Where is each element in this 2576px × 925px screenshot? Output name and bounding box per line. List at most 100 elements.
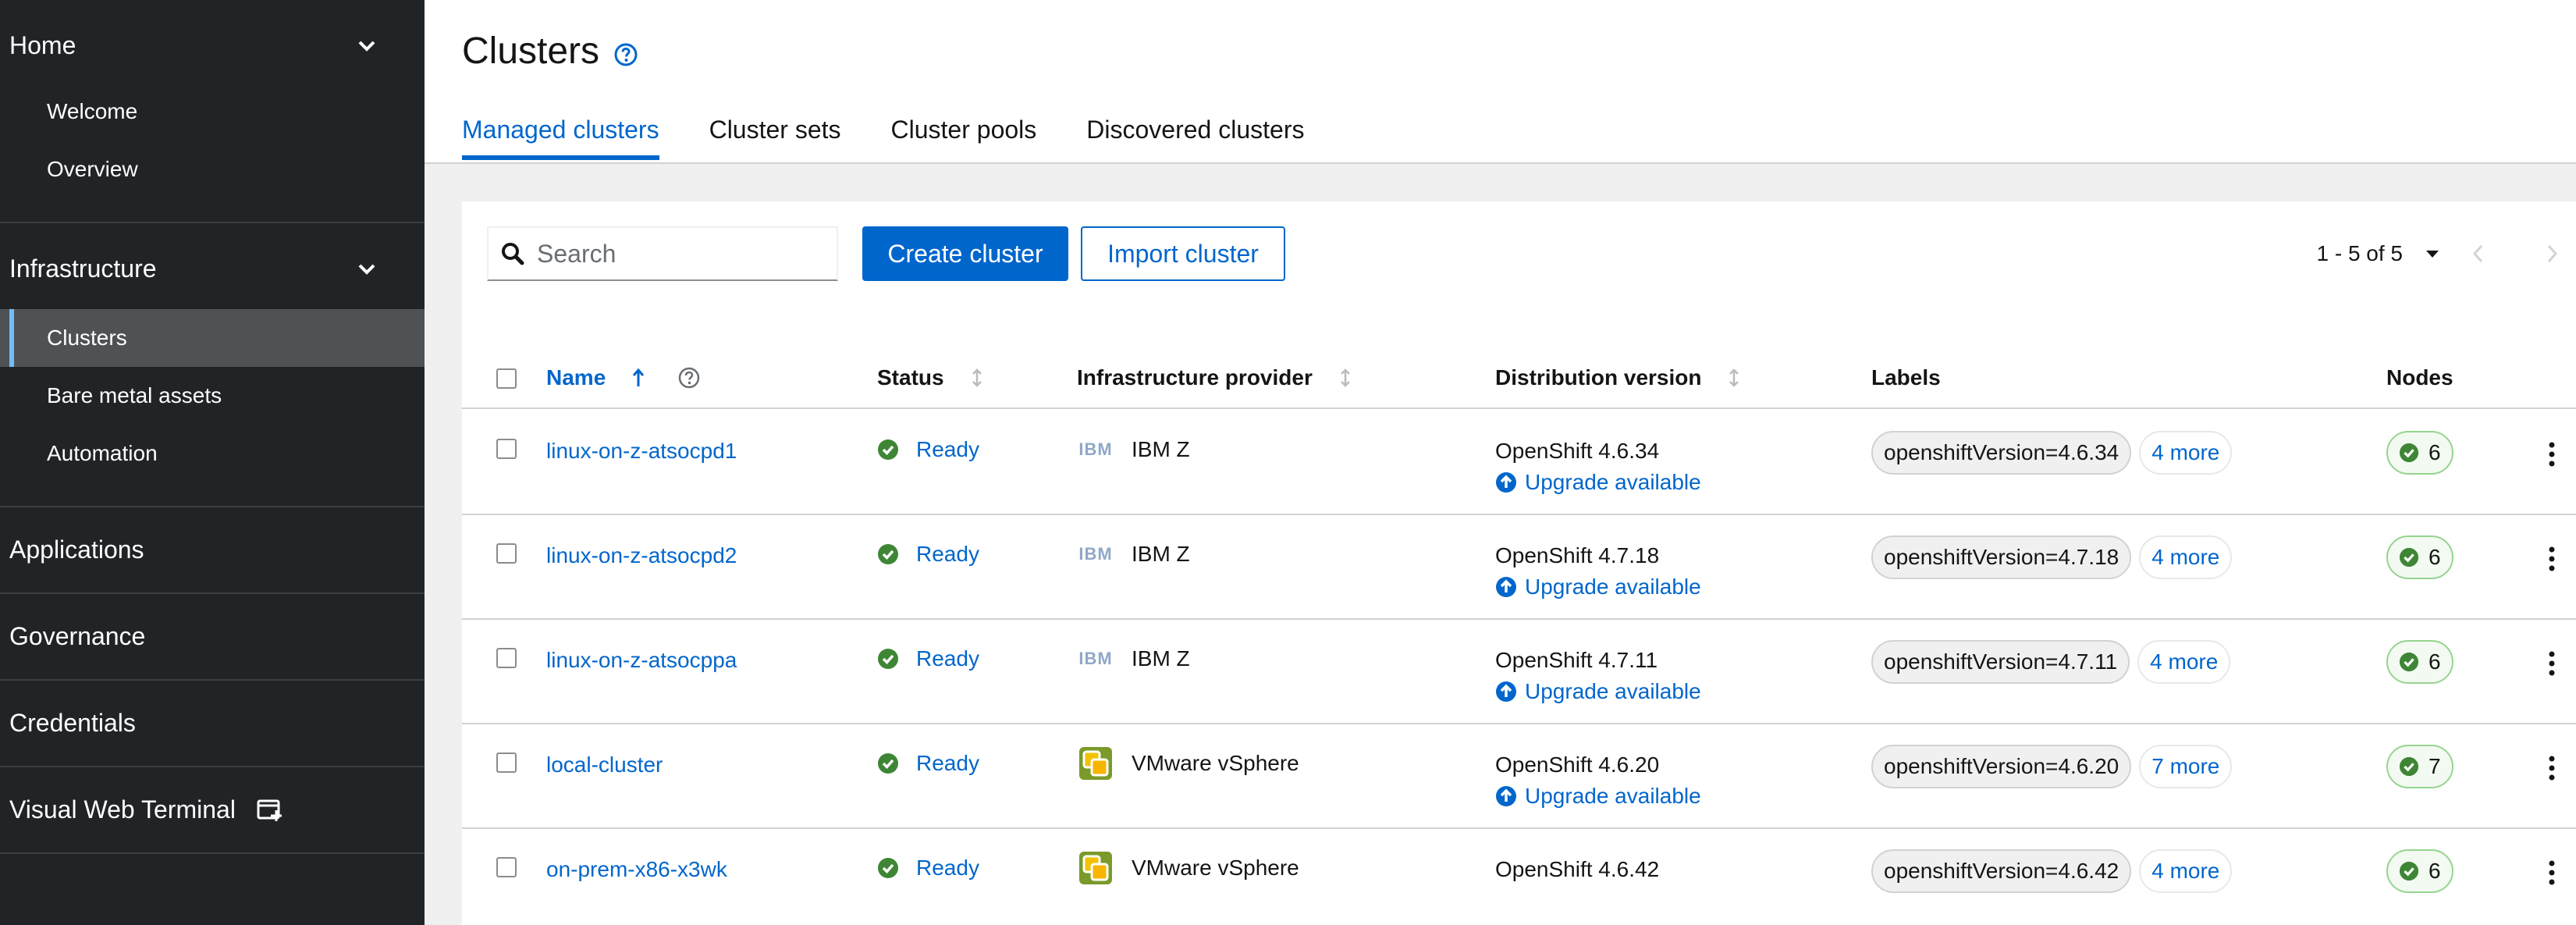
check-circle-icon: [2399, 652, 2419, 672]
row-actions-kebab[interactable]: [2536, 752, 2567, 784]
infrastructure-provider: VMware vSphere: [1077, 849, 1299, 887]
more-labels-button[interactable]: 7 more: [2139, 745, 2233, 788]
version-text: OpenShift 4.6.20: [1495, 752, 1660, 777]
table-header: Name Status Infrastructure provider Dist…: [462, 358, 2576, 409]
upgrade-available-link[interactable]: Upgrade available: [1495, 784, 1701, 809]
kebab-icon: [2549, 860, 2555, 885]
tab-discovered-clusters[interactable]: Discovered clusters: [1086, 116, 1304, 158]
distribution-version: OpenShift 4.6.20 Upgrade available: [1495, 752, 1701, 809]
status-ready[interactable]: Ready: [877, 542, 979, 567]
sidebar-item-governance[interactable]: Governance: [0, 594, 425, 681]
status-ready[interactable]: Ready: [877, 856, 979, 881]
arrow-circle-up-icon: [1496, 786, 1516, 806]
tab-managed-clusters[interactable]: Managed clusters: [462, 116, 659, 160]
nodes-count: 6: [2429, 649, 2441, 674]
kebab-icon: [2549, 756, 2555, 781]
row-actions-kebab[interactable]: [2536, 439, 2567, 470]
provider-name: VMware vSphere: [1132, 751, 1299, 775]
sidebar-item-welcome[interactable]: Welcome: [0, 83, 425, 141]
tab-cluster-sets[interactable]: Cluster sets: [709, 116, 841, 158]
nav-group-home-toggle[interactable]: Home: [0, 0, 425, 91]
sidebar-item-label: Automation: [47, 441, 158, 465]
more-labels-button[interactable]: 4 more: [2139, 431, 2233, 475]
sidebar-item-label: Bare metal assets: [47, 383, 222, 407]
labels-group: openshiftVersion=4.6.34 4 more: [1871, 431, 2233, 475]
version-text: OpenShift 4.7.18: [1495, 543, 1660, 567]
more-labels-button[interactable]: 4 more: [2139, 535, 2233, 579]
provider-name: IBM Z: [1132, 437, 1190, 461]
column-label: Infrastructure provider: [1077, 365, 1313, 390]
cluster-name-link[interactable]: linux-on-z-atsocpd2: [546, 543, 737, 568]
nav-group-label: Home: [9, 30, 76, 59]
nodes-count: 6: [2429, 545, 2441, 569]
previous-page-button[interactable]: [2440, 226, 2515, 281]
upgrade-available-link[interactable]: Upgrade available: [1495, 679, 1701, 704]
tab-cluster-pools[interactable]: Cluster pools: [891, 116, 1037, 158]
cluster-name-link[interactable]: linux-on-z-atsocpd1: [546, 439, 737, 464]
sidebar-item-visual-web-terminal[interactable]: Visual Web Terminal: [0, 767, 425, 854]
status-text: Ready: [916, 542, 979, 566]
nav-group-infrastructure: Infrastructure Clusters Bare metal asset…: [0, 223, 425, 507]
upgrade-available-link[interactable]: Upgrade available: [1495, 470, 1701, 495]
nodes-badge: 6: [2386, 431, 2453, 475]
status-text: Ready: [916, 751, 979, 775]
nodes-badge: 6: [2386, 849, 2453, 893]
create-cluster-button[interactable]: Create cluster: [862, 226, 1068, 281]
select-all-checkbox[interactable]: [496, 368, 517, 389]
label-chip: openshiftVersion=4.6.34: [1871, 431, 2132, 475]
ibm-logo-icon: IBM: [1078, 439, 1113, 459]
upgrade-available-link[interactable]: Upgrade available: [1495, 575, 1701, 599]
status-ready[interactable]: Ready: [877, 437, 979, 462]
row-actions-kebab[interactable]: [2536, 648, 2567, 679]
search-icon: [502, 243, 524, 265]
sidebar-item-clusters[interactable]: Clusters: [0, 309, 425, 367]
column-header-infrastructure-provider[interactable]: Infrastructure provider: [1077, 365, 1353, 390]
status-ready[interactable]: Ready: [877, 751, 979, 776]
sidebar-item-overview[interactable]: Overview: [0, 141, 425, 198]
vmware-logo-icon: [1077, 745, 1114, 782]
row-select-checkbox[interactable]: [496, 439, 517, 459]
check-circle-icon: [2399, 443, 2419, 463]
import-cluster-button[interactable]: Import cluster: [1081, 226, 1285, 281]
upgrade-text: Upgrade available: [1525, 575, 1701, 599]
cluster-name-link[interactable]: local-cluster: [546, 752, 663, 777]
chevron-down-icon: [358, 41, 375, 52]
sidebar-item-credentials[interactable]: Credentials: [0, 681, 425, 767]
column-header-name[interactable]: Name: [546, 365, 701, 390]
help-icon[interactable]: [677, 366, 701, 390]
distribution-version: OpenShift 4.7.11 Upgrade available: [1495, 648, 1701, 704]
labels-group: openshiftVersion=4.6.20 7 more: [1871, 745, 2233, 788]
labels-group: openshiftVersion=4.6.42 4 more: [1871, 849, 2233, 893]
nav-group-infrastructure-toggle[interactable]: Infrastructure: [0, 223, 425, 314]
row-select-checkbox[interactable]: [496, 752, 517, 773]
more-labels-button[interactable]: 4 more: [2139, 849, 2233, 893]
more-labels-button[interactable]: 4 more: [2137, 640, 2231, 684]
sidebar-item-bare-metal-assets[interactable]: Bare metal assets: [0, 367, 425, 425]
row-select-checkbox[interactable]: [496, 543, 517, 564]
nodes-badge: 6: [2386, 640, 2453, 684]
help-icon[interactable]: [613, 42, 638, 67]
sidebar-item-automation[interactable]: Automation: [0, 425, 425, 482]
main-content: Clusters Managed clusters Cluster sets C…: [425, 0, 2576, 925]
status-ready[interactable]: Ready: [877, 646, 979, 671]
search-input[interactable]: [537, 239, 818, 269]
nodes-count: 6: [2429, 440, 2441, 464]
nav-group-home: Home Welcome Overview: [0, 0, 425, 223]
cluster-name-link[interactable]: linux-on-z-atsocppa: [546, 648, 737, 673]
column-header-nodes: Nodes: [2386, 365, 2453, 390]
row-select-checkbox[interactable]: [496, 648, 517, 668]
cluster-name-link[interactable]: on-prem-x86-x3wk: [546, 857, 727, 882]
column-label: Nodes: [2386, 365, 2453, 390]
ibm-logo-icon: IBM: [1078, 649, 1113, 668]
row-actions-kebab[interactable]: [2536, 857, 2567, 888]
row-select-checkbox[interactable]: [496, 857, 517, 877]
sort-icon: [1340, 368, 1350, 387]
next-page-button[interactable]: [2515, 226, 2576, 281]
column-header-status[interactable]: Status: [877, 365, 985, 390]
sidebar-item-applications[interactable]: Applications: [0, 507, 425, 594]
sidebar-item-label: Applications: [9, 535, 144, 564]
column-header-distribution-version[interactable]: Distribution version: [1495, 365, 1742, 390]
pagination-range-toggle[interactable]: 1 - 5 of 5: [2316, 241, 2440, 266]
row-actions-kebab[interactable]: [2536, 543, 2567, 575]
angle-right-icon: [2547, 244, 2558, 263]
